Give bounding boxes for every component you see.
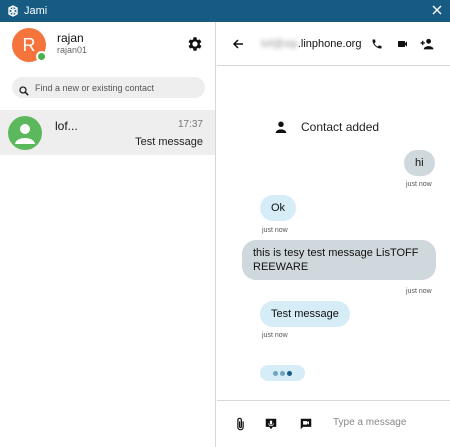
message-bubble[interactable]: this is tesy test message LisTOFF REEWAR… [242,240,436,280]
typing-dot [273,370,278,376]
message-timestamp: just now [406,288,432,295]
attachment-paperclip-icon[interactable] [233,417,247,431]
window-title: Jami [24,5,48,17]
add-contact-icon[interactable] [420,37,434,51]
contact-avatar [8,116,42,150]
peer-address-domain: .linphone.org [297,38,362,50]
system-message: Contact added [275,120,379,134]
close-icon[interactable] [430,3,444,17]
conversation-item[interactable]: lof... 17:37 Test message [0,110,215,155]
message-bubble[interactable]: hi [404,150,435,176]
account-id: rajan01 [57,45,88,55]
person-icon [15,124,35,144]
title-bar: Jami [0,0,450,22]
audio-call-icon[interactable] [370,37,384,51]
chat-panel: lof@sip.linphone.org Contact added hi ju… [217,22,450,447]
typing-indicator [260,365,305,381]
typing-dot [280,370,285,376]
search-input[interactable] [35,82,200,93]
contact-search[interactable] [12,77,205,98]
jami-logo-icon [6,4,20,18]
message-bubble[interactable]: Ok [260,195,297,221]
back-arrow-icon[interactable] [231,37,245,51]
message-timestamp: just now [406,181,432,188]
message-input[interactable] [333,417,443,428]
sidebar: R rajan rajan01 lof... 17:37 Test messag… [0,22,216,447]
chat-header: lof@sip.linphone.org [217,22,450,66]
settings-gear-icon[interactable] [186,35,204,53]
peer-address-masked: lof@sip [261,38,298,50]
message-bubble[interactable]: Test message [260,301,350,327]
account-name: rajan [57,31,84,45]
system-message-text: Contact added [301,120,380,134]
conversation-name: lof... [55,119,78,133]
video-message-icon[interactable] [299,417,313,431]
video-call-icon[interactable] [395,37,409,51]
search-icon [19,83,29,96]
peer-address: lof@sip.linphone.org [261,38,361,50]
message-timestamp: just now [262,332,288,339]
message-composer [217,400,450,447]
conversation-time: 17:37 [177,119,203,130]
message-timestamp: just now [262,227,288,234]
conversation-last-message: Test message [135,136,203,148]
presence-indicator [36,51,47,62]
typing-dot [287,370,292,376]
person-icon [275,121,287,133]
audio-message-icon[interactable] [264,417,278,431]
